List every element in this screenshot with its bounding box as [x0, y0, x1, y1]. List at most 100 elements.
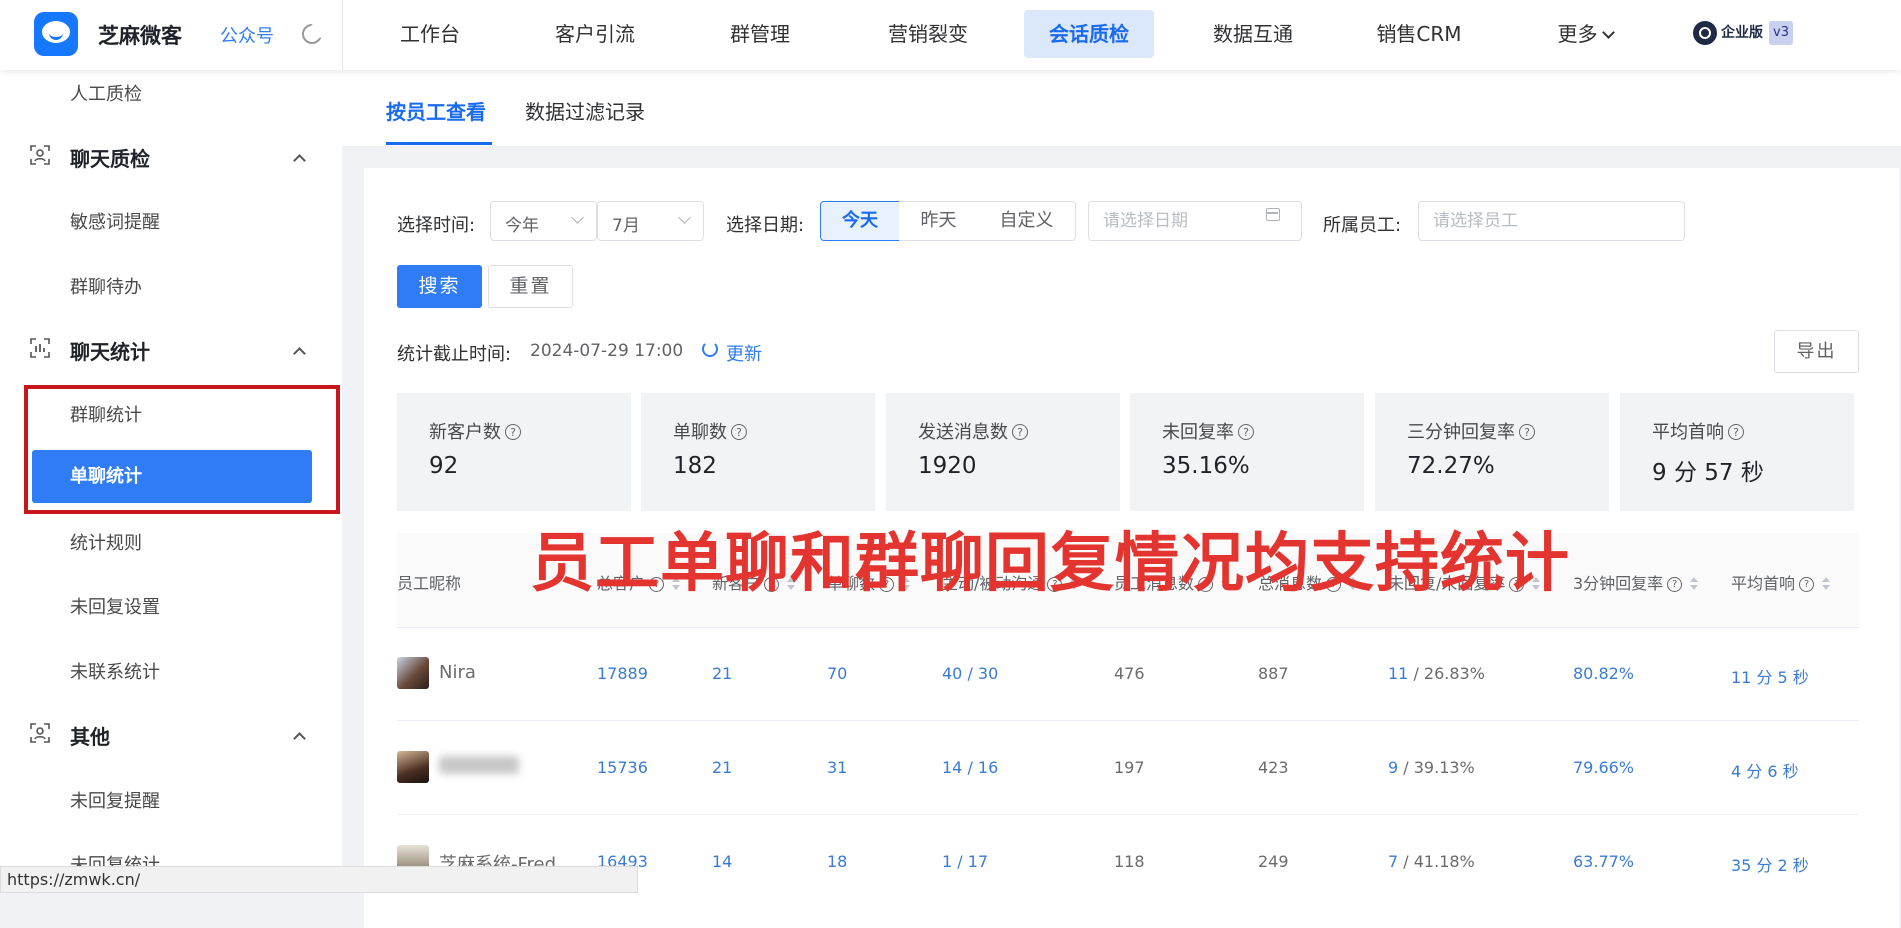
brand-name: 芝麻微客	[98, 24, 182, 48]
gzh-link[interactable]: 公众号	[220, 22, 274, 48]
cell-active-passive[interactable]: 1 / 17	[942, 852, 988, 871]
tab-by-employee[interactable]: 按员工查看	[386, 96, 486, 125]
sidebar-group-label: 其他	[70, 725, 110, 749]
help-icon[interactable]: ?	[1667, 577, 1683, 592]
tab-filter-log[interactable]: 数据过滤记录	[525, 96, 645, 125]
stat-card: 未回复率? 35.16%	[1130, 393, 1364, 511]
nav-workbench[interactable]: 工作台	[380, 10, 480, 58]
employee-name	[439, 756, 519, 774]
stat-card-title: 发送消息数	[918, 422, 1008, 443]
help-icon[interactable]: ?	[1799, 577, 1815, 592]
cell-staff-msgs: 476	[1114, 664, 1145, 683]
nav-more[interactable]: 更多	[1540, 10, 1630, 58]
cell-unreplied[interactable]: 7 / 41.18%	[1388, 852, 1475, 871]
date-today[interactable]: 今天	[820, 201, 900, 241]
help-icon[interactable]: ?	[505, 424, 521, 440]
cell-3min-rate[interactable]: 80.82%	[1573, 664, 1634, 683]
cell-total[interactable]: 15736	[597, 758, 648, 777]
help-icon[interactable]: ?	[1728, 424, 1744, 440]
highlight-box	[24, 385, 340, 514]
sidebar-item-manual-qc[interactable]: 人工质检	[70, 80, 142, 106]
col-header-3min-rate[interactable]: 3分钟回复率?	[1573, 570, 1699, 594]
employee-select[interactable]	[1418, 201, 1685, 241]
chevron-up-icon[interactable]	[293, 732, 306, 745]
dark-mode-icon[interactable]	[302, 22, 326, 44]
sort-icon[interactable]	[1822, 577, 1831, 591]
divider	[342, 0, 343, 70]
nav-group-mgmt[interactable]: 群管理	[710, 10, 810, 58]
cell-new[interactable]: 14	[712, 852, 732, 871]
cell-new[interactable]: 21	[712, 664, 732, 683]
cell-first-response[interactable]: 4 分 6 秒	[1731, 758, 1799, 782]
nav-marketing[interactable]: 营销裂变	[868, 10, 988, 58]
cell-chats[interactable]: 70	[827, 664, 847, 683]
stat-card: 单聊数? 182	[641, 393, 875, 511]
cell-active-passive[interactable]: 40 / 30	[942, 664, 998, 683]
overlay-caption: 员工单聊和群聊回复情况均支持统计	[530, 527, 1570, 601]
cell-unreplied-rate: / 41.18%	[1398, 852, 1475, 871]
col-header-first-response[interactable]: 平均首响?	[1731, 570, 1831, 594]
cell-unreplied[interactable]: 9 / 39.13%	[1388, 758, 1475, 777]
refresh-link[interactable]: 更新	[726, 340, 762, 366]
chevron-down-icon	[571, 211, 584, 224]
stat-card-value: 1920	[918, 453, 977, 479]
date-custom[interactable]: 自定义	[978, 201, 1076, 241]
cell-chats[interactable]: 31	[827, 758, 847, 777]
edition-badge[interactable]: 企业版 v3	[1693, 20, 1793, 46]
search-button[interactable]: 搜索	[397, 265, 482, 308]
enterprise-icon	[1693, 21, 1717, 45]
sidebar-item-stat-rules[interactable]: 统计规则	[70, 529, 142, 555]
cell-staff-msgs: 197	[1114, 758, 1145, 777]
stat-card-value: 35.16%	[1162, 453, 1250, 479]
nav-session-qc[interactable]: 会话质检	[1024, 10, 1154, 58]
chevron-up-icon[interactable]	[293, 347, 306, 360]
cell-chats[interactable]: 18	[827, 852, 847, 871]
date-picker-input[interactable]	[1088, 201, 1302, 241]
date-yesterday[interactable]: 昨天	[899, 201, 979, 241]
tabs-bar: 按员工查看 数据过滤记录	[342, 70, 1901, 146]
col-header-label: 平均首响	[1731, 574, 1796, 593]
cell-total-msgs: 887	[1258, 664, 1289, 683]
month-select-value: 7月	[612, 216, 640, 236]
sidebar-item-sensitive-words[interactable]: 敏感词提醒	[70, 208, 160, 234]
month-select[interactable]: 7月	[597, 201, 704, 241]
nav-sales-crm[interactable]: 销售CRM	[1364, 10, 1474, 58]
refresh-icon[interactable]	[702, 341, 718, 357]
sidebar-item-no-reply-settings[interactable]: 未回复设置	[70, 593, 160, 619]
cell-new[interactable]: 21	[712, 758, 732, 777]
cell-unreplied-count[interactable]: 7	[1388, 852, 1398, 871]
sort-icon[interactable]	[1690, 577, 1699, 591]
cell-first-response[interactable]: 35 分 2 秒	[1731, 852, 1809, 876]
sidebar-item-uncontacted-stats[interactable]: 未联系统计	[70, 658, 160, 684]
sidebar-item-group-todo[interactable]: 群聊待办	[70, 273, 142, 299]
year-select[interactable]: 今年	[490, 201, 597, 241]
stat-card-value: 182	[673, 453, 717, 479]
help-icon[interactable]: ?	[1012, 424, 1028, 440]
cell-total[interactable]: 17889	[597, 664, 648, 683]
top-navbar: 芝麻微客 公众号 工作台 客户引流 群管理 营销裂变 会话质检 数据互通 销售C…	[0, 0, 1901, 70]
cell-staff-msgs: 118	[1114, 852, 1145, 871]
cell-3min-rate[interactable]: 63.77%	[1573, 852, 1634, 871]
stat-card-title: 新客户数	[429, 422, 501, 443]
user-scan-icon	[30, 723, 50, 743]
cell-active-passive[interactable]: 14 / 16	[942, 758, 998, 777]
reset-button[interactable]: 重置	[488, 265, 573, 308]
help-icon[interactable]: ?	[1519, 424, 1535, 440]
cell-3min-rate[interactable]: 79.66%	[1573, 758, 1634, 777]
cutoff-label: 统计截止时间:	[397, 344, 512, 365]
cell-unreplied-count[interactable]: 9	[1388, 758, 1398, 777]
cell-unreplied-count[interactable]: 11	[1388, 664, 1408, 683]
nav-lead-gen[interactable]: 客户引流	[540, 10, 650, 58]
nav-data-sync[interactable]: 数据互通	[1198, 10, 1308, 58]
chevron-up-icon[interactable]	[293, 154, 306, 167]
app-logo[interactable]	[34, 12, 78, 56]
col-header-name: 员工昵称	[397, 574, 462, 593]
cell-unreplied[interactable]: 11 / 26.83%	[1388, 664, 1485, 683]
export-button[interactable]: 导出	[1774, 330, 1859, 373]
help-icon[interactable]: ?	[731, 424, 747, 440]
cell-first-response[interactable]: 11 分 5 秒	[1731, 664, 1809, 688]
help-icon[interactable]: ?	[1238, 424, 1254, 440]
chevron-down-icon	[1601, 26, 1615, 39]
sidebar-item-no-reply-reminder[interactable]: 未回复提醒	[70, 787, 160, 813]
stat-card: 三分钟回复率? 72.27%	[1375, 393, 1609, 511]
